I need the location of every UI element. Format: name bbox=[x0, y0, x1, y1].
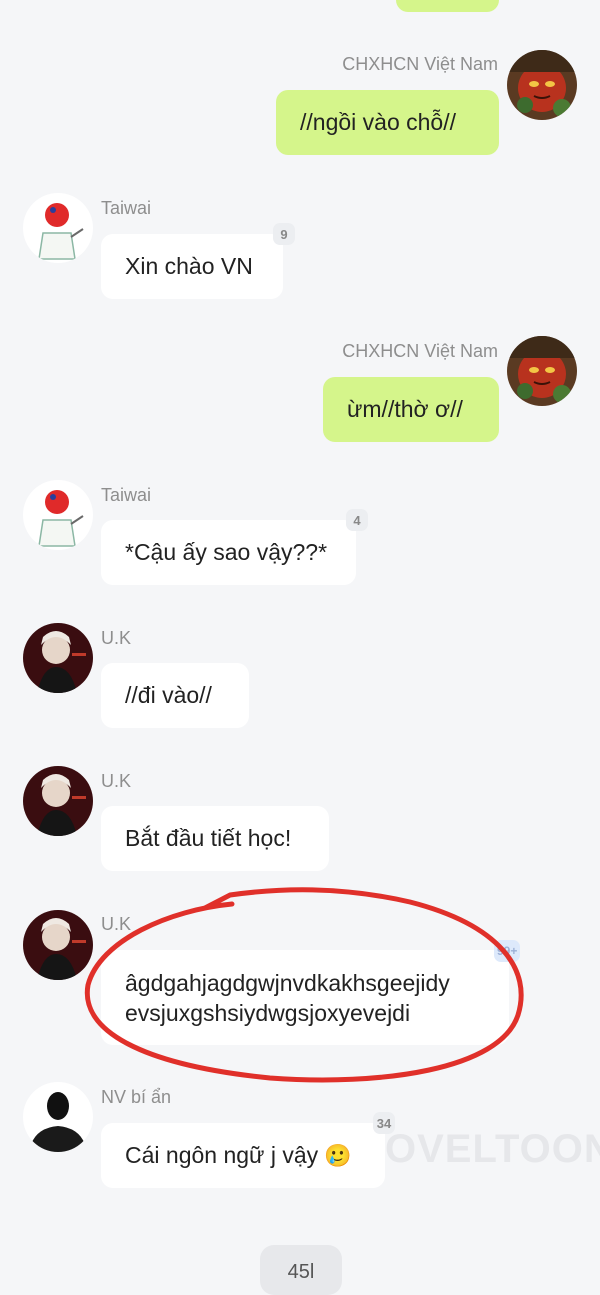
sender-name: Taiwai bbox=[101, 485, 152, 505]
avatar-vietnam[interactable] bbox=[507, 50, 577, 120]
avatar-taiwai-icon bbox=[23, 480, 93, 550]
avatar-uk-icon bbox=[23, 766, 93, 836]
reaction-count-badge[interactable]: 4 bbox=[346, 509, 368, 531]
avatar-uk-icon bbox=[23, 623, 93, 693]
message-bubble[interactable]: Cái ngôn ngữ j vậy 🥲 bbox=[101, 1123, 385, 1188]
avatar-uk[interactable] bbox=[23, 623, 93, 693]
partial-message-bubble bbox=[396, 0, 499, 12]
avatar-uk[interactable] bbox=[23, 766, 93, 836]
sender-name: CHXHCN Việt Nam bbox=[342, 341, 498, 361]
message-bubble[interactable]: //đi vào// bbox=[101, 663, 249, 728]
sender-name: U.K bbox=[101, 771, 132, 791]
message-text: //ngồi vào chỗ// bbox=[300, 109, 456, 135]
message-bubble[interactable]: //ngồi vào chỗ// bbox=[276, 90, 499, 155]
watermark: OVELTOON bbox=[385, 1127, 600, 1171]
silhouette-avatar-icon bbox=[23, 1082, 93, 1152]
message-bubble[interactable]: ừm//thờ ơ// bbox=[323, 377, 499, 442]
reaction-count-badge[interactable]: 9 bbox=[273, 223, 295, 245]
sender-name: Taiwai bbox=[101, 198, 152, 218]
message-bubble[interactable]: Bắt đầu tiết học! bbox=[101, 806, 329, 871]
red-annotation-circle bbox=[84, 887, 524, 1083]
message-text: ừm//thờ ơ// bbox=[347, 396, 463, 422]
sender-name: CHXHCN Việt Nam bbox=[342, 54, 498, 74]
message-text: //đi vào// bbox=[125, 682, 212, 708]
message-text: *Cậu ấy sao vậy??* bbox=[125, 539, 328, 565]
sender-name: NV bí ẩn bbox=[101, 1087, 172, 1107]
smile-tear-emoji-icon: 🥲 bbox=[324, 1142, 352, 1168]
avatar-taiwai[interactable] bbox=[23, 480, 93, 550]
bottom-pill[interactable]: 45l bbox=[260, 1245, 342, 1295]
sender-name: U.K bbox=[101, 628, 132, 648]
avatar-taiwai[interactable] bbox=[23, 193, 93, 263]
message-bubble[interactable]: Xin chào VN bbox=[101, 234, 283, 299]
avatar-vietnam-icon bbox=[507, 50, 577, 120]
avatar-taiwai-icon bbox=[23, 193, 93, 263]
avatar-vietnam[interactable] bbox=[507, 336, 577, 406]
avatar-mystery[interactable] bbox=[23, 1082, 93, 1152]
avatar-vietnam-icon bbox=[507, 336, 577, 406]
message-text: Bắt đầu tiết học! bbox=[125, 825, 292, 851]
message-bubble[interactable]: *Cậu ấy sao vậy??* bbox=[101, 520, 356, 585]
message-text: Cái ngôn ngữ j vậy bbox=[125, 1142, 319, 1168]
bottom-pill-label: 45l bbox=[287, 1261, 315, 1283]
message-text: Xin chào VN bbox=[125, 253, 253, 279]
